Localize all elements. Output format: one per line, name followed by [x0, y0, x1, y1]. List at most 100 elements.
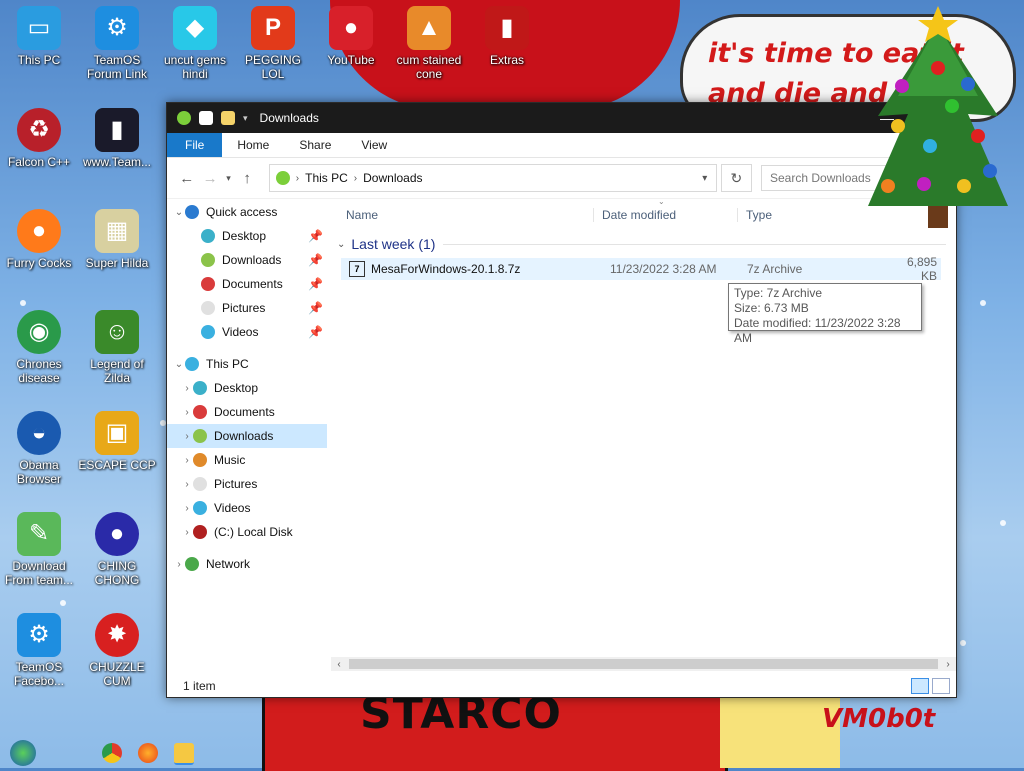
nav-pc-downloads[interactable]: › Downloads	[167, 424, 327, 448]
book-icon: ▮	[485, 6, 529, 50]
large-icons-view-icon[interactable]	[932, 678, 950, 694]
nav-item-label: Pictures	[214, 477, 258, 491]
desktop-icon[interactable]: ☺ Legend of Zilda	[78, 310, 156, 385]
column-type-header[interactable]: Type	[738, 208, 858, 222]
desktop-icon	[193, 381, 207, 395]
chevron-down-icon[interactable]: ⌄	[337, 239, 345, 250]
scroll-right-icon[interactable]: ›	[940, 659, 956, 670]
nav-quick-desktop[interactable]: Desktop 📌	[167, 224, 327, 248]
desktop-icon[interactable]: ● CHING CHONG	[78, 512, 156, 587]
start-orb-icon[interactable]	[10, 740, 36, 766]
desktop-icon-label: Legend of Zilda	[90, 357, 144, 385]
recycle-icon: ♻	[17, 108, 61, 152]
file-row[interactable]: 7 MesaForWindows-20.1.8.7z 11/23/2022 3:…	[341, 255, 941, 283]
tab-share[interactable]: Share	[284, 133, 346, 157]
nav-quick-pictures[interactable]: Pictures 📌	[167, 296, 327, 320]
chevron-down-icon[interactable]: ▾	[694, 173, 716, 184]
nav-quick-downloads[interactable]: Downloads 📌	[167, 248, 327, 272]
nav-this-pc[interactable]: ⌄ This PC	[167, 352, 327, 376]
computer-icon	[185, 357, 199, 371]
column-name-header[interactable]: Name	[331, 208, 594, 222]
chevron-right-icon[interactable]: ›	[173, 559, 185, 570]
chevron-right-icon[interactable]: ›	[181, 407, 193, 418]
desktop-icon[interactable]: ◒ Obama Browser	[0, 411, 78, 486]
nav-quick-documents[interactable]: Documents 📌	[167, 272, 327, 296]
chevron-right-icon[interactable]: ›	[181, 431, 193, 442]
chevron-right-icon[interactable]: ›	[181, 383, 193, 394]
desktop-icon[interactable]: ▲ cum stained cone	[390, 6, 468, 81]
nav-pc-desktop[interactable]: › Desktop	[167, 376, 327, 400]
nav-network[interactable]: › Network	[167, 552, 327, 576]
desktop-icon[interactable]: ▮ www.Team...	[78, 108, 156, 169]
forward-arrow-icon[interactable]: →	[198, 170, 221, 187]
desktop-icon[interactable]: ▣ ESCAPE CCP	[78, 411, 156, 472]
desktop-icon[interactable]: ✸ CHUZZLE CUM	[78, 613, 156, 688]
taskbar	[0, 737, 1024, 768]
desktop-icon[interactable]: ◆ uncut gems hindi	[156, 6, 234, 81]
chevron-right-icon[interactable]: ›	[181, 455, 193, 466]
desktop-icon[interactable]: P PEGGING LOL	[234, 6, 312, 81]
desktop-icon[interactable]: ♻ Falcon C++	[0, 108, 78, 169]
desktop-icon[interactable]: ● Furry Cocks	[0, 209, 78, 270]
details-view-icon[interactable]	[911, 678, 929, 694]
up-arrow-icon[interactable]: ↑	[235, 170, 258, 187]
new-folder-icon[interactable]	[221, 111, 235, 125]
nav-pc-documents[interactable]: › Documents	[167, 400, 327, 424]
gem-icon: ◆	[173, 6, 217, 50]
refresh-button[interactable]: ↻	[720, 164, 752, 192]
title-bar[interactable]: ▾ Downloads — ☐	[167, 103, 956, 133]
file-explorer-taskbar-icon[interactable]	[174, 743, 194, 765]
breadcrumb-this-pc[interactable]: This PC	[299, 171, 354, 185]
desktop-icon[interactable]: ⚙ TeamOS Facebo...	[0, 613, 78, 688]
chevron-down-icon[interactable]: ⌄	[173, 207, 185, 218]
desktop-icon-label: Furry Cocks	[6, 256, 72, 270]
desktop-icon[interactable]: ● YouTube	[312, 6, 390, 67]
back-arrow-icon[interactable]: ←	[175, 170, 198, 187]
firefox-taskbar-icon[interactable]	[138, 743, 158, 763]
tab-view[interactable]: View	[346, 133, 402, 157]
nav-pc-videos[interactable]: › Videos	[167, 496, 327, 520]
scroll-left-icon[interactable]: ‹	[331, 659, 347, 670]
properties-icon[interactable]	[199, 111, 213, 125]
navigation-pane[interactable]: ⌄ Quick access Desktop 📌 Downloads 📌 Documents…	[167, 198, 327, 675]
notepad-icon: ✎	[17, 512, 61, 556]
group-header[interactable]: ⌄ Last week (1)	[331, 232, 956, 256]
desktop-icon[interactable]: ⚙ TeamOS Forum Link	[78, 6, 156, 81]
nav-pc-music[interactable]: › Music	[167, 448, 327, 472]
desktop-icon[interactable]: ✎ Download From team...	[0, 512, 78, 587]
archive-7z-icon: 7	[349, 261, 365, 277]
downloads-icon	[193, 429, 207, 443]
desktop-icon[interactable]: ▮ Extras	[468, 6, 546, 67]
desktop-icon[interactable]: ▭ This PC	[0, 6, 78, 67]
file-explorer-window[interactable]: ▾ Downloads — ☐ File Home Share View ← →…	[166, 102, 957, 698]
angry-bird-icon: ●	[329, 6, 373, 50]
chevron-down-icon[interactable]: ⌄	[173, 359, 185, 370]
desktop-icon[interactable]: ▦ Super Hilda	[78, 209, 156, 270]
recent-locations-chevron-icon[interactable]: ▾	[222, 173, 236, 184]
desktop-icon-label: CHUZZLE CUM	[89, 660, 145, 688]
chevron-right-icon[interactable]: ›	[181, 503, 193, 514]
desktop-icon-label: This PC	[17, 53, 61, 67]
chevron-down-icon[interactable]: ▾	[243, 113, 248, 124]
desktop-icon[interactable]: ◉ Chrones disease	[0, 310, 78, 385]
chevron-right-icon[interactable]: ›	[181, 527, 193, 538]
app-icon	[177, 111, 191, 125]
address-bar[interactable]: › This PC › Downloads ▾	[268, 164, 717, 192]
desktop-icon-label: TeamOS Forum Link	[86, 53, 148, 81]
tab-home[interactable]: Home	[222, 133, 284, 157]
nav-quick-videos[interactable]: Videos 📌	[167, 320, 327, 344]
nav-quick-access[interactable]: ⌄ Quick access	[167, 200, 327, 224]
column-date-header[interactable]: Date modified ⌄	[594, 197, 738, 222]
pin-icon: 📌	[308, 325, 323, 339]
chrome-taskbar-icon[interactable]	[102, 743, 122, 763]
file-list[interactable]: Name Date modified ⌄ Type ⌄ Last week (1…	[331, 197, 956, 675]
horizontal-scrollbar[interactable]: ‹ ›	[331, 657, 956, 671]
nav-item-label: Network	[206, 557, 251, 571]
nav-pc-c-local-disk[interactable]: › (C:) Local Disk	[167, 520, 327, 544]
tab-file[interactable]: File	[167, 133, 223, 157]
nav-pc-pictures[interactable]: › Pictures	[167, 472, 327, 496]
snowflake	[960, 640, 966, 646]
scrollbar-thumb[interactable]	[349, 659, 938, 669]
chevron-right-icon[interactable]: ›	[181, 479, 193, 490]
breadcrumb-downloads[interactable]: Downloads	[357, 171, 428, 185]
